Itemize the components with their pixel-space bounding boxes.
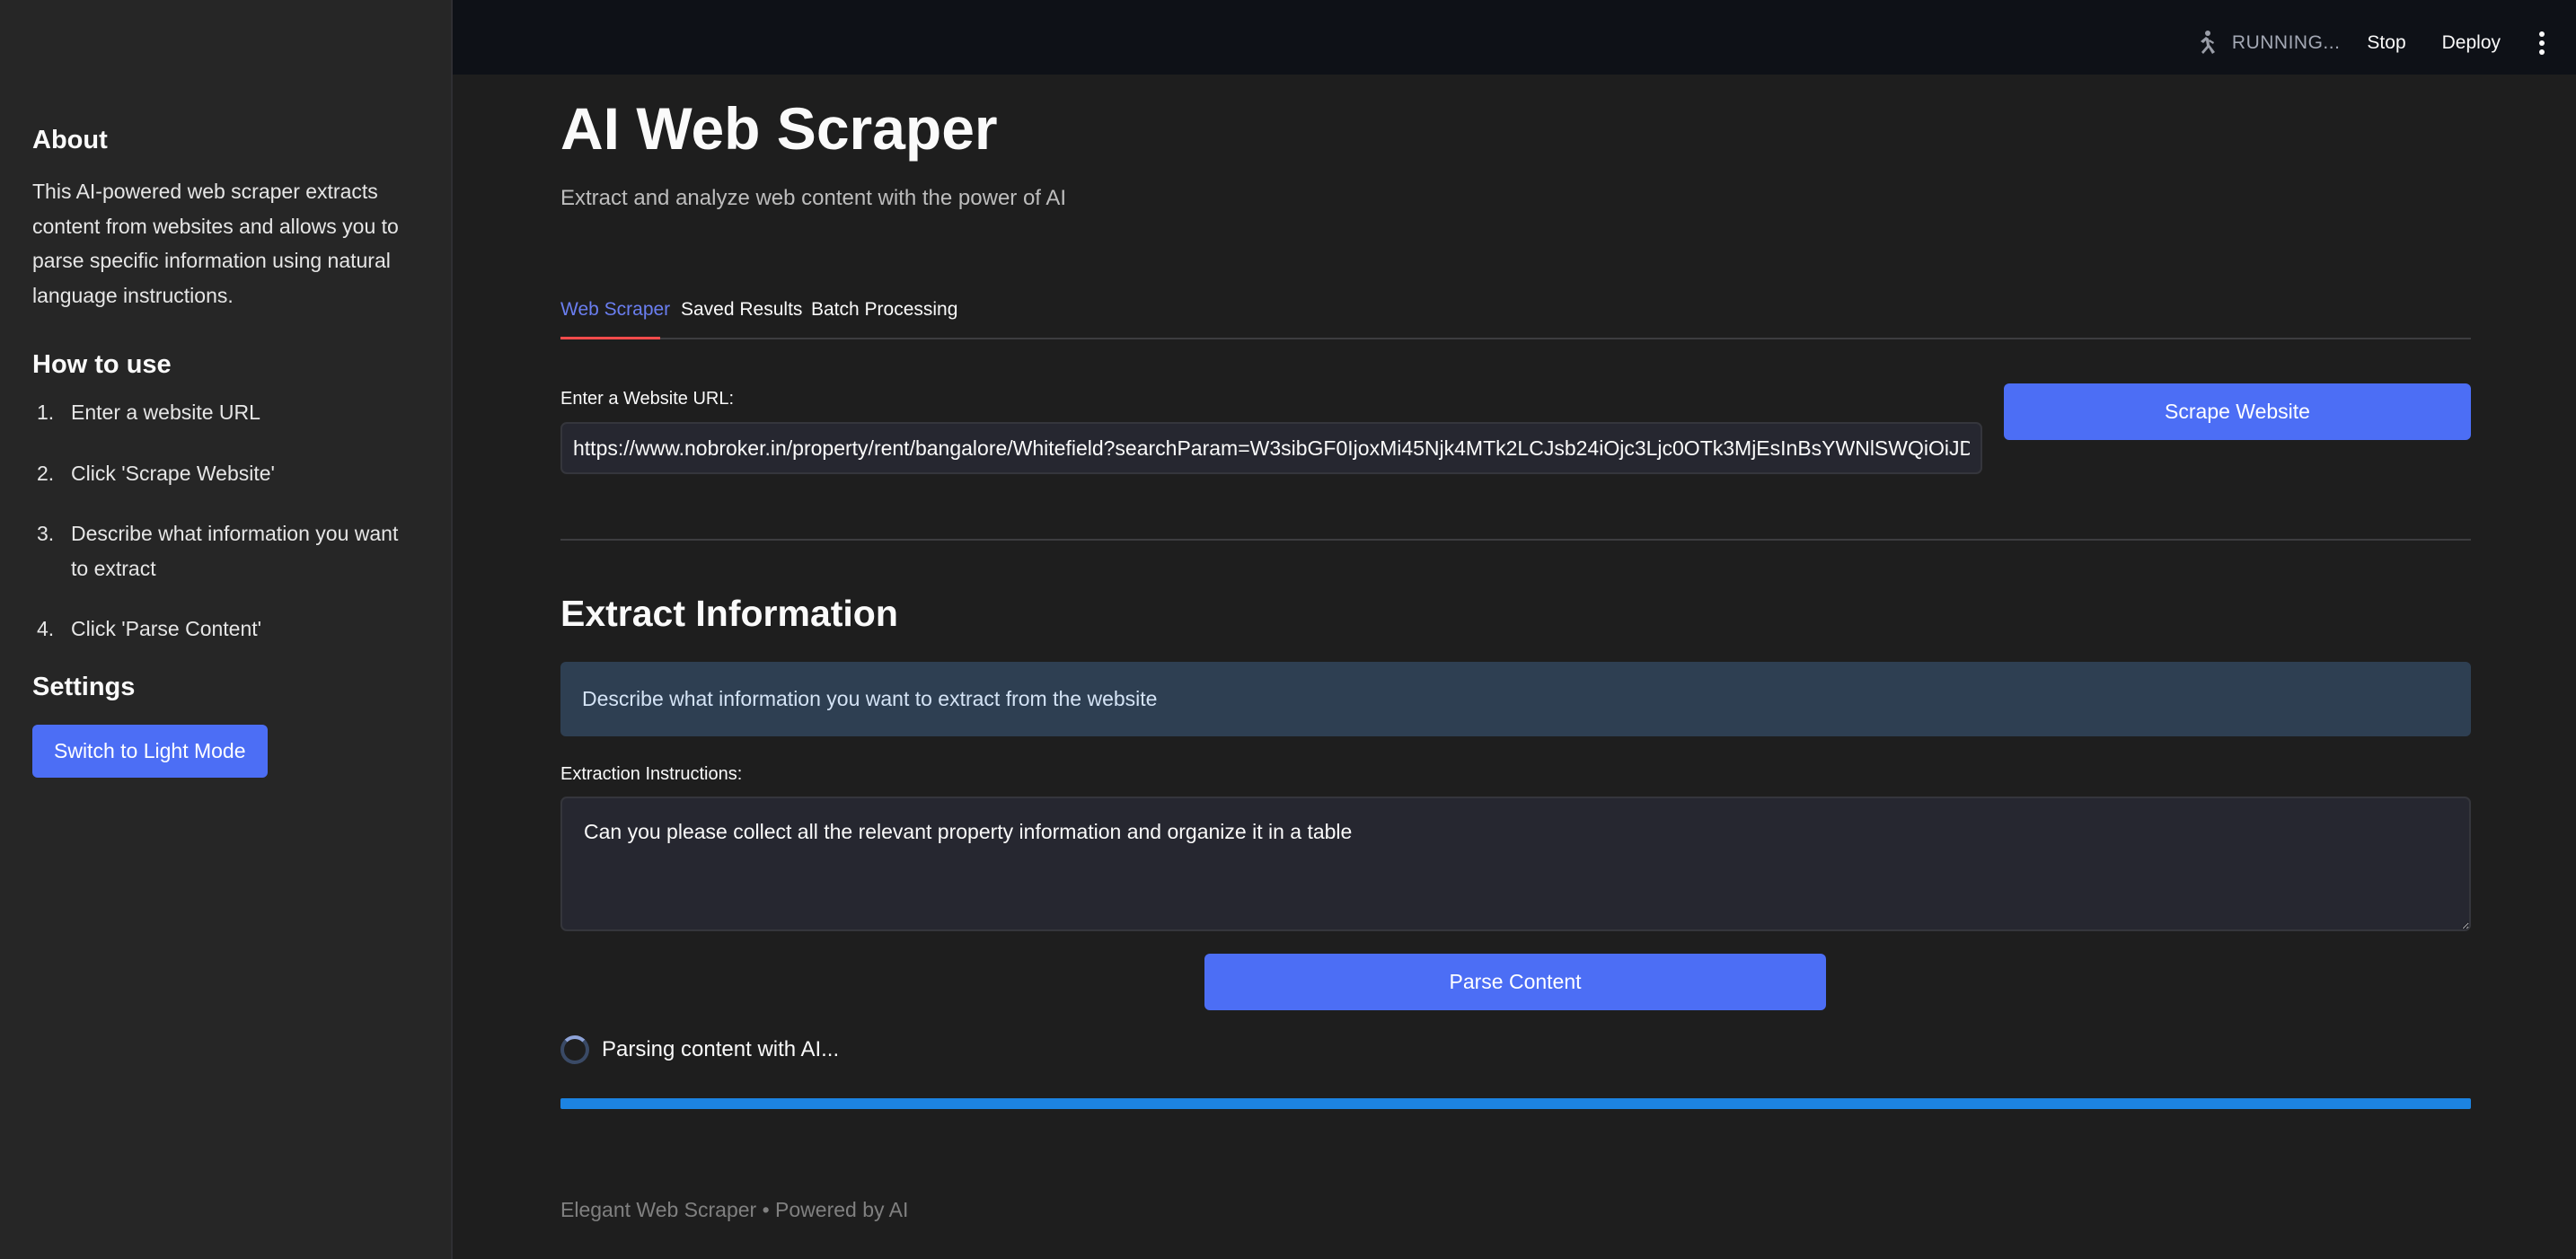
switch-theme-button[interactable]: Switch to Light Mode [32,724,268,778]
progress-bar [560,1098,2471,1109]
howto-step: 4. Click 'Parse Content' [32,612,410,647]
deploy-button[interactable]: Deploy [2442,32,2501,54]
scrape-website-button[interactable]: Scrape Website [2004,383,2471,440]
howto-step: 2. Click 'Scrape Website' [32,456,410,491]
instructions-textarea[interactable]: Can you please collect all the relevant … [560,797,2471,931]
running-status: RUNNING... [2231,32,2341,53]
section-divider [560,539,2471,541]
stop-button[interactable]: Stop [2367,32,2405,54]
tab-web-scraper[interactable]: Web Scraper [560,296,670,323]
running-man-icon [2200,31,2215,54]
sidebar-content: About This AI-powered web scraper extrac… [32,122,410,778]
header-actions: RUNNING... Stop Deploy [2191,0,2547,86]
info-alert: Describe what information you want to ex… [560,662,2471,736]
tab-saved-results[interactable]: Saved Results [681,296,802,323]
settings-heading: Settings [32,672,136,701]
spinner-text: Parsing content with AI... [602,1037,840,1061]
footer-text: Elegant Web Scraper • Powered by AI [560,1198,909,1221]
extract-heading: Extract Information [560,593,898,634]
howto-step: 1. Enter a website URL [32,395,410,430]
top-header: RUNNING... Stop Deploy [453,0,2576,75]
kebab-menu-icon[interactable] [2536,31,2547,55]
sidebar: About This AI-powered web scraper extrac… [0,0,453,1259]
step-number: 3. [37,522,55,545]
page-title: AI Web Scraper [560,95,998,162]
active-tab-indicator [560,337,660,339]
progress-fill [560,1098,2471,1109]
step-text: Enter a website URL [71,401,260,424]
about-heading: About [32,126,108,154]
step-text: Click 'Parse Content' [71,617,262,640]
url-input[interactable] [560,422,1982,474]
about-text: This AI-powered web scraper extracts con… [32,180,399,307]
instructions-label: Extraction Instructions: [560,764,743,784]
howto-steps: 1. Enter a website URL 2. Click 'Scrape We… [32,395,410,647]
howto-heading: How to use [32,350,172,379]
app-window: About This AI-powered web scraper extrac… [0,0,2576,1259]
parse-content-button[interactable]: Parse Content [1204,954,1826,1010]
step-number: 1. [37,401,55,424]
parsing-status: Parsing content with AI... [560,1034,839,1065]
tab-batch-processing[interactable]: Batch Processing [811,296,957,323]
page-subtitle: Extract and analyze web content with the… [560,186,1066,210]
tab-bar: Web Scraper Saved Results Batch Processi… [560,296,2471,339]
spinner-icon [560,1035,589,1064]
howto-step: 3. Describe what information you want to … [32,516,410,585]
step-text: Describe what information you want to ex… [71,522,399,580]
step-text: Click 'Scrape Website' [71,461,275,485]
step-number: 2. [37,461,55,485]
url-label: Enter a Website URL: [560,389,735,409]
step-number: 4. [37,617,55,640]
